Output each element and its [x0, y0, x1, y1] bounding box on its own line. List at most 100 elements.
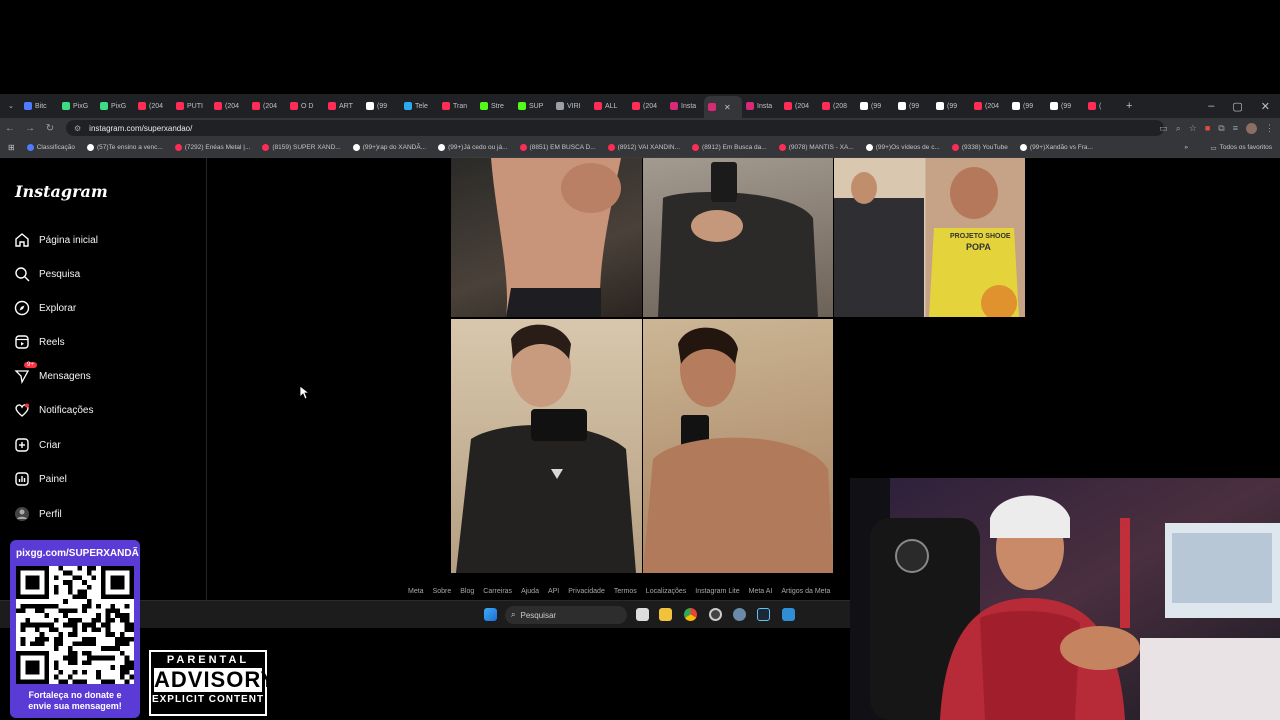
browser-tab[interactable]: O D	[286, 97, 324, 115]
nav-explore[interactable]: Explorar	[14, 300, 76, 316]
browser-tab[interactable]: (204	[780, 97, 818, 115]
reload-button[interactable]: ↻	[40, 123, 60, 134]
all-favorites-folder[interactable]: ▭ Todos os favoritos	[1210, 144, 1272, 152]
menu-icon[interactable]: ⋮	[1265, 123, 1274, 134]
post-thumbnail-4[interactable]	[451, 319, 642, 573]
footer-link[interactable]: Carreiras	[483, 588, 512, 595]
nav-home[interactable]: Página inicial	[14, 232, 98, 248]
nav-notifications[interactable]: Notificações	[14, 402, 93, 418]
post-thumbnail-5[interactable]	[643, 319, 833, 573]
media-icon[interactable]: ≡	[1233, 123, 1238, 133]
apps-grid-icon[interactable]: ⊞	[8, 143, 15, 152]
browser-tab[interactable]: Tran	[438, 97, 476, 115]
file-explorer-icon[interactable]	[659, 608, 672, 621]
nav-messages[interactable]: 9+ Mensagens	[14, 362, 91, 384]
browser-tab[interactable]: (204	[248, 97, 286, 115]
browser-tab[interactable]: (99	[1008, 97, 1046, 115]
cast-icon[interactable]: ▭	[1159, 123, 1168, 134]
more-bookmarks-icon[interactable]: »	[1184, 144, 1188, 151]
minimize-icon[interactable]: –	[1208, 100, 1214, 112]
browser-tab[interactable]: Tele	[400, 97, 438, 115]
footer-link[interactable]: Ajuda	[521, 588, 539, 595]
browser-tab[interactable]: (99	[1046, 97, 1084, 115]
nav-create[interactable]: Criar	[14, 437, 61, 453]
bookmark-star-icon[interactable]: ☆	[1189, 123, 1197, 134]
close-icon[interactable]: ✕	[1261, 100, 1270, 113]
close-tab-icon[interactable]: ✕	[724, 103, 731, 112]
browser-tab[interactable]: Stre	[476, 97, 514, 115]
footer-link[interactable]: Localizações	[646, 588, 686, 595]
browser-tab[interactable]: PixG	[58, 97, 96, 115]
browser-tab[interactable]: (204	[210, 97, 248, 115]
tab-list-button[interactable]: ⌄	[4, 97, 20, 115]
new-tab-button[interactable]: +	[1122, 97, 1136, 115]
browser-tab[interactable]: PUTI	[172, 97, 210, 115]
forward-button[interactable]: →	[20, 123, 40, 134]
bookmark-item[interactable]: (8159) SUPER XAND...	[262, 144, 341, 151]
bookmark-item[interactable]: (99+)rap do XANDÃ...	[352, 144, 426, 151]
taskbar-search[interactable]: ⌕ Pesquisar	[505, 606, 627, 624]
address-bar[interactable]: ⚙ instagram.com/superxandao/	[66, 120, 1164, 136]
steam-icon[interactable]	[757, 608, 770, 621]
maximize-icon[interactable]: ▢	[1232, 100, 1242, 113]
back-button[interactable]: ←	[0, 123, 20, 134]
nav-dashboard[interactable]: Painel	[14, 471, 67, 487]
bookmark-item[interactable]: (57)Te ensino a venc...	[87, 144, 163, 151]
obs-icon[interactable]	[709, 608, 722, 621]
browser-tab[interactable]: (208	[818, 97, 856, 115]
browser-tab[interactable]: Bitc	[20, 97, 58, 115]
browser-tab[interactable]: (99	[856, 97, 894, 115]
instagram-logo[interactable]: Instagram	[15, 182, 108, 201]
browser-tab[interactable]: (204	[134, 97, 172, 115]
bookmark-item[interactable]: Classificação	[26, 144, 75, 151]
bookmark-item[interactable]: (9078) MANTIS - XA...	[778, 144, 854, 151]
bookmark-item[interactable]: (7292) Enéas Metal |...	[174, 144, 250, 151]
post-thumbnail-2[interactable]	[643, 158, 833, 317]
task-view-icon[interactable]	[636, 608, 649, 621]
browser-tab[interactable]: PixG	[96, 97, 134, 115]
browser-tab[interactable]: (99	[362, 97, 400, 115]
browser-tab[interactable]: Insta	[666, 97, 704, 115]
footer-link[interactable]: Blog	[460, 588, 474, 595]
browser-tab[interactable]: (204	[970, 97, 1008, 115]
zoom-icon[interactable]: ⌕	[1176, 123, 1181, 134]
settings-gear-icon[interactable]	[733, 608, 746, 621]
browser-tab[interactable]: Insta	[742, 97, 780, 115]
browser-tab[interactable]: (204	[628, 97, 666, 115]
profile-avatar[interactable]	[1246, 122, 1257, 134]
browser-tab[interactable]: SUP	[514, 97, 552, 115]
footer-link[interactable]: Artigos da Meta	[781, 588, 830, 595]
footer-link[interactable]: Sobre	[433, 588, 452, 595]
bookmark-item[interactable]: (8912) Em Busca da...	[692, 144, 767, 151]
browser-tab[interactable]: (99	[894, 97, 932, 115]
browser-tab[interactable]: ALL	[590, 97, 628, 115]
app-icon[interactable]	[782, 608, 795, 621]
browser-tab[interactable]: (99	[932, 97, 970, 115]
extensions-icon[interactable]: ⧉	[1218, 123, 1224, 134]
browser-tab[interactable]: (	[1084, 97, 1122, 115]
bookmark-item[interactable]: (9338) YouTube	[951, 144, 1008, 151]
footer-link[interactable]: Instagram Lite	[695, 588, 739, 595]
bookmark-item[interactable]: (99+)Já cedo ou já...	[438, 144, 508, 151]
browser-tab[interactable]: ART	[324, 97, 362, 115]
nav-reels[interactable]: Reels	[14, 334, 65, 350]
footer-link[interactable]: Privacidade	[568, 588, 605, 595]
post-thumbnail-3[interactable]: PROJETO SHOOE POPA	[834, 158, 1025, 317]
browser-tab[interactable]: VIRI	[552, 97, 590, 115]
site-info-icon[interactable]: ⚙	[74, 124, 81, 133]
footer-link[interactable]: Meta	[408, 588, 424, 595]
nav-profile[interactable]: Perfil	[14, 506, 62, 522]
post-thumbnail-1[interactable]	[451, 158, 642, 317]
extension-red-icon[interactable]: ■	[1205, 123, 1210, 133]
footer-link[interactable]: API	[548, 588, 559, 595]
windows-start-icon[interactable]	[484, 608, 497, 621]
footer-link[interactable]: Meta AI	[749, 588, 773, 595]
bookmark-item[interactable]: (8912) VAI XANDIN...	[607, 144, 680, 151]
browser-tab[interactable]: ✕	[704, 96, 742, 118]
bookmark-item[interactable]: (8851) EM BUSCA D...	[519, 144, 596, 151]
bookmark-item[interactable]: (99+)Xandão vs Fra...	[1019, 144, 1093, 151]
chrome-icon[interactable]	[684, 608, 697, 621]
bookmark-item[interactable]: (99+)Os vídeos de c...	[865, 144, 940, 151]
nav-search[interactable]: Pesquisa	[14, 266, 80, 282]
footer-link[interactable]: Termos	[614, 588, 637, 595]
